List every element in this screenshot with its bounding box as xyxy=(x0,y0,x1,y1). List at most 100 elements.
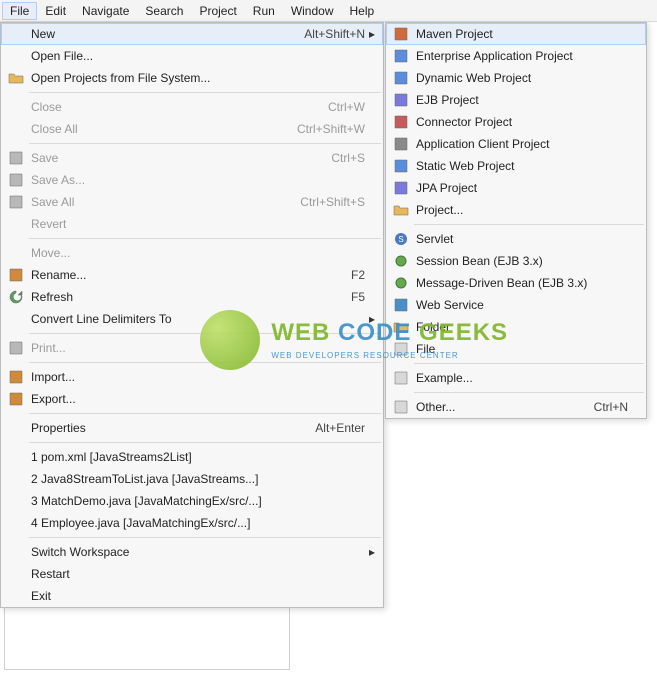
menu-item-label: Maven Project xyxy=(412,27,628,41)
project-icon xyxy=(390,202,412,218)
new-menu-item-example[interactable]: Example... xyxy=(386,367,646,389)
ejb-icon xyxy=(390,92,412,108)
menu-item-shortcut: Ctrl+N xyxy=(582,400,628,414)
file-menu-item-refresh[interactable]: RefreshF5 xyxy=(1,286,383,308)
menu-item-label: Exit xyxy=(27,589,365,603)
menu-item-label: Application Client Project xyxy=(412,137,628,151)
menu-item-label: Convert Line Delimiters To xyxy=(27,312,365,326)
new-submenu-dropdown: Maven Project Enterprise Application Proj… xyxy=(385,22,647,419)
menu-item-label: Move... xyxy=(27,246,365,260)
new-menu-item-maven-project[interactable]: Maven Project xyxy=(386,23,646,45)
menu-item-label: JPA Project xyxy=(412,181,628,195)
new-menu-item-static-web-project[interactable]: Static Web Project xyxy=(386,155,646,177)
menu-item-shortcut: F5 xyxy=(339,290,365,304)
folder-icon xyxy=(390,319,412,335)
bean-icon xyxy=(390,253,412,269)
menu-item-label: Revert xyxy=(27,217,365,231)
menubar-item-window[interactable]: Window xyxy=(283,2,342,20)
menu-item-shortcut: Ctrl+S xyxy=(319,151,365,165)
example-icon xyxy=(390,370,412,386)
menubar-item-search[interactable]: Search xyxy=(137,2,191,20)
web-icon xyxy=(390,70,412,86)
file-menu-item-export[interactable]: Export... xyxy=(1,388,383,410)
new-menu-item-servlet[interactable]: SServlet xyxy=(386,228,646,250)
menu-item-label: 2 Java8StreamToList.java [JavaStreams...… xyxy=(27,472,365,486)
ear-icon xyxy=(390,48,412,64)
menu-item-label: Folder xyxy=(412,320,628,334)
file-menu-item-1-pom-xml-javastreams2list[interactable]: 1 pom.xml [JavaStreams2List] xyxy=(1,446,383,468)
file-menu-item-print: Print... xyxy=(1,337,383,359)
menu-item-label: Save As... xyxy=(27,173,365,187)
new-menu-item-jpa-project[interactable]: JPA Project xyxy=(386,177,646,199)
menu-item-label: Save All xyxy=(27,195,288,209)
staticweb-icon xyxy=(390,158,412,174)
file-menu-dropdown: NewAlt+Shift+N▸Open File...Open Projects… xyxy=(0,22,384,608)
file-menu-item-properties[interactable]: PropertiesAlt+Enter xyxy=(1,417,383,439)
menu-item-label: Dynamic Web Project xyxy=(412,71,628,85)
submenu-arrow-icon: ▸ xyxy=(365,312,379,326)
save-as-icon xyxy=(5,172,27,188)
file-menu-item-move: Move... xyxy=(1,242,383,264)
new-menu-item-project[interactable]: Project... xyxy=(386,199,646,221)
file-menu-item-open-file[interactable]: Open File... xyxy=(1,45,383,67)
menu-item-shortcut: F2 xyxy=(339,268,365,282)
new-menu-item-enterprise-application-project[interactable]: Enterprise Application Project xyxy=(386,45,646,67)
menu-item-label: Enterprise Application Project xyxy=(412,49,628,63)
menubar-item-project[interactable]: Project xyxy=(191,2,244,20)
menubar-item-file[interactable]: File xyxy=(2,2,37,20)
file-menu-item-exit[interactable]: Exit xyxy=(1,585,383,607)
file-menu-item-rename[interactable]: Rename...F2 xyxy=(1,264,383,286)
menu-item-label: Refresh xyxy=(27,290,339,304)
new-menu-item-other[interactable]: Other...Ctrl+N xyxy=(386,396,646,418)
file-menu-item-import[interactable]: Import... xyxy=(1,366,383,388)
menubar-item-run[interactable]: Run xyxy=(245,2,283,20)
appclient-icon xyxy=(390,136,412,152)
file-menu-item-close: CloseCtrl+W xyxy=(1,96,383,118)
new-menu-item-session-bean-ejb-3-x[interactable]: Session Bean (EJB 3.x) xyxy=(386,250,646,272)
menu-item-label: Switch Workspace xyxy=(27,545,365,559)
menubar-item-navigate[interactable]: Navigate xyxy=(74,2,137,20)
file-menu-separator xyxy=(29,442,381,443)
file-menu-item-switch-workspace[interactable]: Switch Workspace▸ xyxy=(1,541,383,563)
new-menu-item-folder[interactable]: Folder xyxy=(386,316,646,338)
new-menu-item-connector-project[interactable]: Connector Project xyxy=(386,111,646,133)
file-icon xyxy=(390,341,412,357)
new-menu-item-ejb-project[interactable]: EJB Project xyxy=(386,89,646,111)
file-menu-item-open-projects-from-file-system[interactable]: Open Projects from File System... xyxy=(1,67,383,89)
new-menu-item-application-client-project[interactable]: Application Client Project xyxy=(386,133,646,155)
new-menu-item-file[interactable]: File xyxy=(386,338,646,360)
menubar-item-help[interactable]: Help xyxy=(342,2,383,20)
new-menu-separator xyxy=(414,363,644,364)
file-menu-item-3-matchdemo-java-javamatchingex-src[interactable]: 3 MatchDemo.java [JavaMatchingEx/src/...… xyxy=(1,490,383,512)
file-menu-separator xyxy=(29,143,381,144)
file-menu-separator xyxy=(29,413,381,414)
new-menu-separator xyxy=(414,392,644,393)
export-icon xyxy=(5,391,27,407)
menu-item-label: Properties xyxy=(27,421,303,435)
rename-icon xyxy=(5,267,27,283)
menu-item-shortcut: Alt+Enter xyxy=(303,421,365,435)
menu-item-label: Servlet xyxy=(412,232,628,246)
menu-item-label: Close All xyxy=(27,122,285,136)
menu-item-shortcut: Ctrl+W xyxy=(316,100,365,114)
save-icon xyxy=(5,150,27,166)
file-menu-item-new[interactable]: NewAlt+Shift+N▸ xyxy=(1,23,383,45)
save-all-icon xyxy=(5,194,27,210)
file-menu-item-2-java8streamtolist-java-javastreams[interactable]: 2 Java8StreamToList.java [JavaStreams...… xyxy=(1,468,383,490)
file-menu-item-revert: Revert xyxy=(1,213,383,235)
new-menu-item-message-driven-bean-ejb-3-x[interactable]: Message-Driven Bean (EJB 3.x) xyxy=(386,272,646,294)
file-menu-separator xyxy=(29,92,381,93)
file-menu-item-restart[interactable]: Restart xyxy=(1,563,383,585)
submenu-arrow-icon: ▸ xyxy=(365,545,379,559)
menu-item-shortcut: Alt+Shift+N xyxy=(292,27,365,41)
menu-item-label: Connector Project xyxy=(412,115,628,129)
menu-item-label: Print... xyxy=(27,341,365,355)
ws-icon xyxy=(390,297,412,313)
new-menu-item-dynamic-web-project[interactable]: Dynamic Web Project xyxy=(386,67,646,89)
connector-icon xyxy=(390,114,412,130)
file-menu-item-4-employee-java-javamatchingex-src[interactable]: 4 Employee.java [JavaMatchingEx/src/...] xyxy=(1,512,383,534)
file-menu-item-convert-line-delimiters-to[interactable]: Convert Line Delimiters To▸ xyxy=(1,308,383,330)
menu-item-label: EJB Project xyxy=(412,93,628,107)
new-menu-item-web-service[interactable]: Web Service xyxy=(386,294,646,316)
menubar-item-edit[interactable]: Edit xyxy=(37,2,74,20)
